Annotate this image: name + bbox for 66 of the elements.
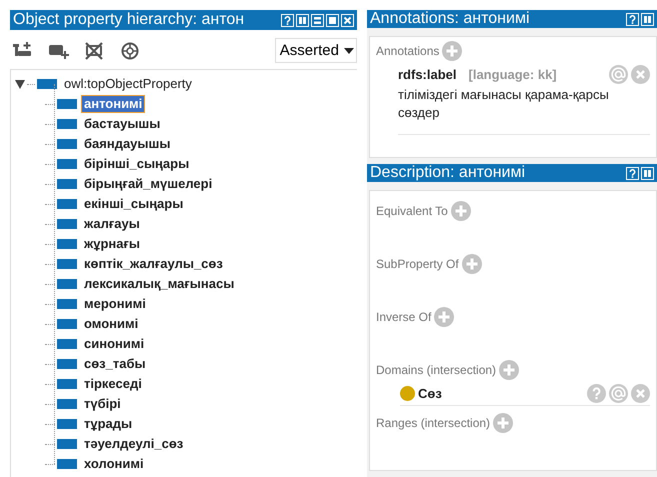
view-dropdown[interactable]: Asserted	[274, 38, 357, 63]
tree-item[interactable]: бірыңғай_мүшелері	[81, 175, 216, 193]
property-icon	[57, 259, 77, 269]
split-view-icon[interactable]	[296, 14, 309, 26]
property-icon	[57, 199, 77, 209]
property-icon	[57, 299, 77, 309]
property-icon	[57, 379, 77, 389]
caret-icon	[344, 48, 354, 54]
property-icon	[57, 139, 77, 149]
section-label: Equivalent To	[376, 204, 448, 218]
section-label: Domains (intersection)	[376, 363, 496, 377]
property-icon	[57, 119, 77, 129]
annotation-language: [language: kk]	[468, 67, 557, 82]
tree-item[interactable]: көптік_жалғаулы_сөз	[81, 255, 226, 273]
tree-item[interactable]: тұрады	[81, 415, 136, 433]
section-label: Annotations	[376, 44, 440, 58]
tree-item[interactable]: лексикалық_мағынасы	[81, 275, 238, 293]
property-icon	[57, 99, 77, 109]
property-icon	[57, 419, 77, 429]
tree-item[interactable]: меронимі	[81, 295, 149, 313]
tree-item[interactable]: жалғауы	[81, 215, 143, 233]
annotation-property: rdfs:label	[398, 67, 457, 82]
section-label: Inverse Of	[376, 310, 432, 324]
tree-item[interactable]: баяндауышы	[81, 135, 174, 153]
property-icon	[57, 399, 77, 409]
help-icon[interactable]	[626, 166, 639, 180]
tree-item[interactable]: екінші_сыңары	[81, 195, 186, 213]
split-view-icon[interactable]	[641, 12, 654, 26]
delete-property-icon[interactable]	[84, 40, 106, 60]
tree-item[interactable]: тіркеседі	[81, 375, 145, 393]
tree-item[interactable]: тәуелдеулі_сөз	[81, 435, 186, 453]
annotation-value: тіліміздегі мағынасы қарама-қарсы сөздер	[398, 86, 610, 122]
property-icon	[57, 159, 77, 169]
panel-title: Object property hierarchy: антон	[13, 11, 246, 29]
minimize-icon[interactable]	[311, 14, 324, 26]
tree-item[interactable]: холонимі	[81, 455, 147, 473]
tree-item[interactable]: жұрнағы	[81, 235, 143, 253]
property-icon	[57, 319, 77, 329]
maximize-icon[interactable]	[326, 14, 339, 26]
expanded-icon[interactable]	[15, 80, 25, 88]
tree-item[interactable]: омонимі	[81, 315, 142, 333]
property-icon	[57, 219, 77, 229]
panel-title: Description: антонимі	[370, 164, 526, 182]
property-icon	[57, 339, 77, 349]
property-icon	[57, 239, 77, 249]
section-label: Ranges (intersection)	[376, 416, 490, 430]
tree-item[interactable]: синонимі	[81, 335, 148, 353]
property-icon	[57, 179, 77, 189]
tree-item[interactable]: бірінші_сыңары	[81, 155, 192, 173]
help-icon[interactable]	[626, 12, 639, 26]
tree-item[interactable]: owl:topObjectProperty	[61, 75, 195, 93]
tree-item[interactable]: сөз_табы	[81, 355, 149, 373]
property-icon	[57, 279, 77, 289]
tree-item[interactable]: антонимі	[81, 95, 146, 113]
split-view-icon[interactable]	[641, 166, 654, 180]
class-name[interactable]: Сөз	[418, 386, 442, 401]
property-icon	[57, 439, 77, 449]
tree-item[interactable]: түбірі	[81, 395, 124, 413]
property-icon	[57, 359, 77, 369]
panel-title: Annotations: антонимі	[370, 10, 531, 28]
close-icon[interactable]	[341, 14, 354, 26]
property-icon	[57, 459, 77, 469]
help-icon[interactable]	[281, 14, 294, 26]
property-icon	[37, 79, 57, 89]
tree-item[interactable]: бастауышы	[81, 115, 164, 133]
section-label: SubProperty Of	[376, 257, 459, 271]
